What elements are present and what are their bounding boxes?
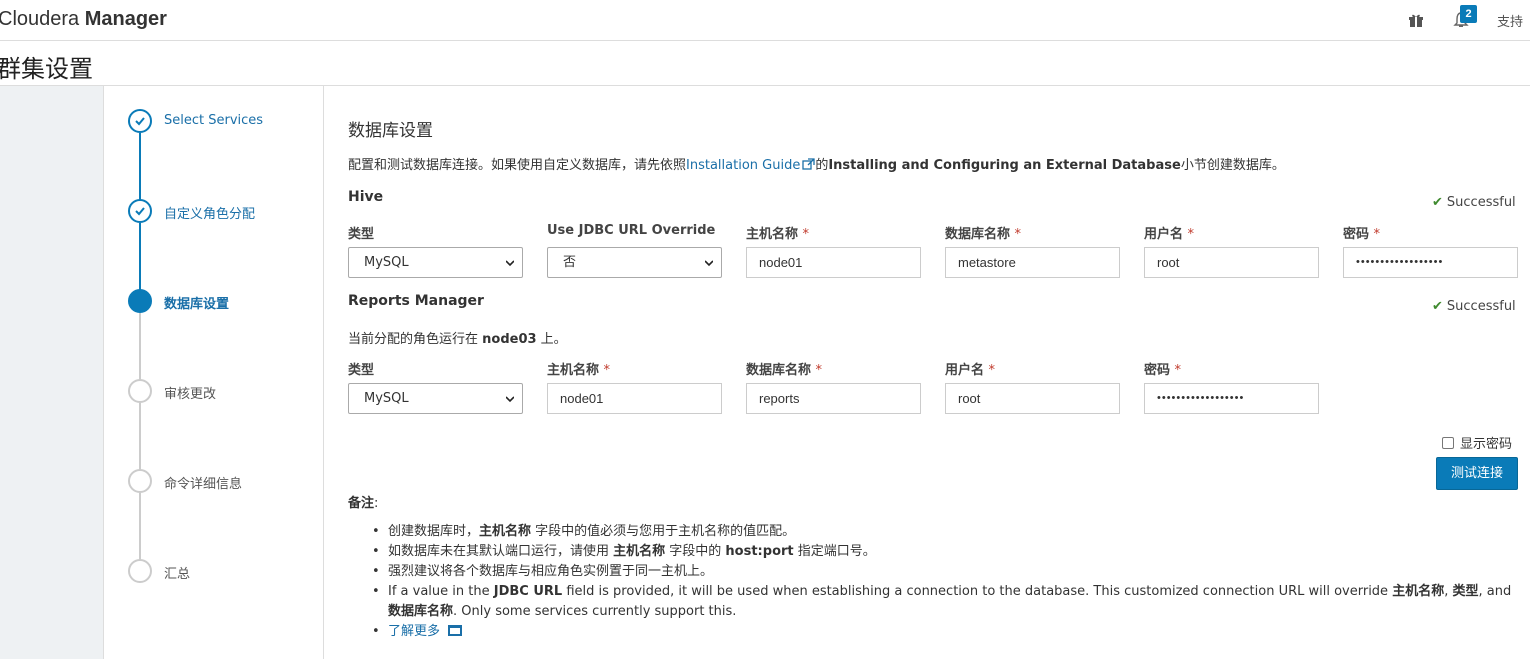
step-connector <box>139 313 141 389</box>
hive-type-label: 类型 <box>348 227 375 242</box>
step-2-check-icon <box>128 199 152 223</box>
logo-text-light: Cloudera <box>0 8 85 30</box>
step-connector <box>139 133 141 209</box>
step-summary: 汇总 <box>164 567 191 582</box>
reports-host-input[interactable]: node01 <box>547 383 722 414</box>
show-password-checkbox[interactable]: 显示密码 <box>1442 433 1512 452</box>
hive-jdbc-override-select[interactable]: 否 <box>547 247 722 278</box>
hive-user-label: 用户名 * <box>1144 227 1195 242</box>
check-icon: ✔ <box>1432 299 1443 314</box>
external-link-icon[interactable] <box>802 158 815 170</box>
notes-list: 创建数据库时，主机名称 字段中的值必须与您用于主机名称的值匹配。 如数据库未在其… <box>372 522 1522 642</box>
hive-status: ✔ Successful <box>1432 195 1516 210</box>
step-connector <box>139 223 141 299</box>
hive-dbname-input[interactable]: metastore <box>945 247 1120 278</box>
reports-type-label: 类型 <box>348 363 375 378</box>
page-title-bar: 群集设置 <box>0 41 1530 86</box>
step-review-changes: 审核更改 <box>164 387 217 402</box>
role-host-note: 当前分配的角色运行在 node03 上。 <box>348 332 567 347</box>
step-select-services[interactable]: Select Services <box>164 113 263 128</box>
reports-password-label: 密码 * <box>1144 363 1182 378</box>
logo-text-bold: Manager <box>84 8 167 30</box>
hive-host-input[interactable]: node01 <box>746 247 921 278</box>
intro-text: 配置和测试数据库连接。如果使用自定义数据库，请先依照Installation G… <box>348 158 1285 173</box>
hive-dbname-label: 数据库名称 * <box>945 227 1022 242</box>
window-icon[interactable] <box>448 625 463 636</box>
learn-more-link[interactable]: 了解更多 <box>388 624 440 639</box>
reports-dbname-input[interactable]: reports <box>746 383 921 414</box>
cloudera-manager-logo[interactable]: Cloudera Manager <box>0 8 167 31</box>
reports-host-label: 主机名称 * <box>547 363 611 378</box>
list-item: If a value in the JDBC URL field is prov… <box>372 582 1522 622</box>
left-gutter <box>0 86 104 659</box>
step-connector <box>139 493 141 569</box>
list-item: 了解更多 <box>372 622 1522 642</box>
installation-guide-link[interactable]: Installation Guide <box>686 158 800 173</box>
step-command-details: 命令详细信息 <box>164 477 243 492</box>
chevron-down-icon <box>705 260 713 267</box>
step-1-check-icon <box>128 109 152 133</box>
hive-user-input[interactable]: root <box>1144 247 1319 278</box>
reports-dbname-label: 数据库名称 * <box>746 363 823 378</box>
gift-icon[interactable] <box>1408 12 1424 28</box>
reports-manager-title: Reports Manager <box>348 293 484 309</box>
hive-jdbc-label: Use JDBC URL Override <box>547 223 716 238</box>
hive-type-select[interactable]: MySQL <box>348 247 523 278</box>
step-4-empty-circle-icon <box>128 379 152 403</box>
hive-password-label: 密码 * <box>1343 227 1381 242</box>
reports-password-input[interactable]: •••••••••••••••••• <box>1144 383 1319 414</box>
step-3-active-dot-icon <box>128 289 152 313</box>
top-navbar: Cloudera Manager 2 支持 <box>0 0 1530 41</box>
section-title: 数据库设置 <box>348 121 433 141</box>
checkbox-icon[interactable] <box>1442 437 1454 449</box>
list-item: 如数据库未在其默认端口运行，请使用 主机名称 字段中的 host:port 指定… <box>372 542 1522 562</box>
reports-status: ✔ Successful <box>1432 299 1516 314</box>
hive-host-label: 主机名称 * <box>746 227 810 242</box>
test-connection-button[interactable]: 测试连接 <box>1436 457 1518 490</box>
support-menu[interactable]: 支持 <box>1497 11 1523 30</box>
chevron-down-icon <box>506 260 514 267</box>
page-title: 群集设置 <box>0 55 93 83</box>
check-icon: ✔ <box>1432 195 1443 210</box>
step-connector <box>139 403 141 479</box>
chevron-down-icon <box>506 396 514 403</box>
step-database-setup: 数据库设置 <box>164 297 230 312</box>
hive-password-input[interactable]: •••••••••••••••••• <box>1343 247 1518 278</box>
reports-type-select[interactable]: MySQL <box>348 383 523 414</box>
list-item: 强烈建议将各个数据库与相应角色实例置于同一主机上。 <box>372 562 1522 582</box>
notes-title: 备注: <box>348 496 379 511</box>
step-5-empty-circle-icon <box>128 469 152 493</box>
list-item: 创建数据库时，主机名称 字段中的值必须与您用于主机名称的值匹配。 <box>372 522 1522 542</box>
hive-title: Hive <box>348 189 384 205</box>
reports-user-input[interactable]: root <box>945 383 1120 414</box>
step-6-empty-circle-icon <box>128 559 152 583</box>
reports-user-label: 用户名 * <box>945 363 996 378</box>
step-custom-role-assignment[interactable]: 自定义角色分配 <box>164 203 255 222</box>
notification-badge[interactable]: 2 <box>1460 5 1477 23</box>
